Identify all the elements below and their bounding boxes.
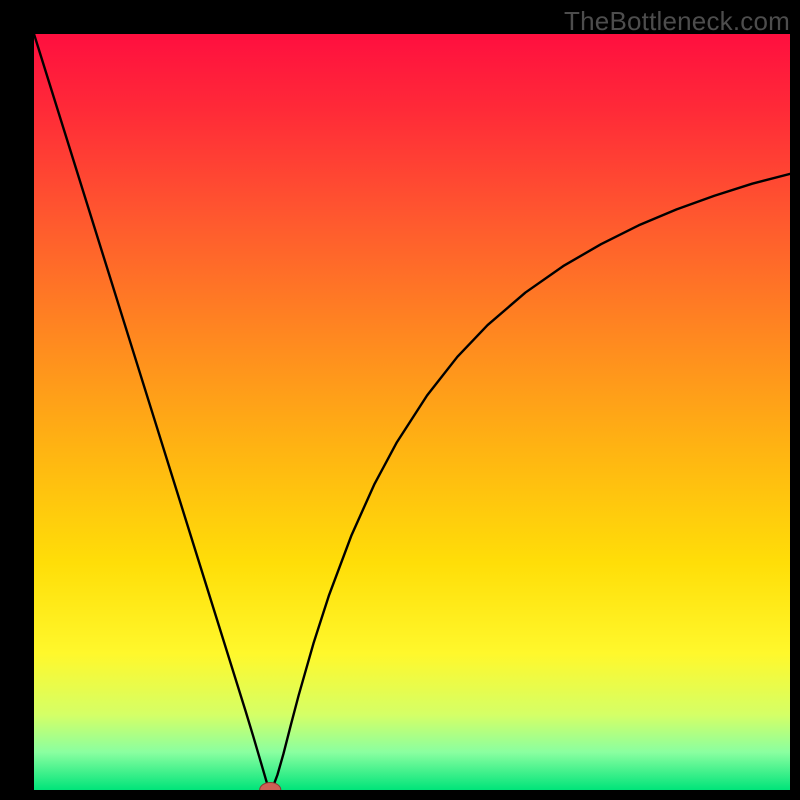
chart-svg (34, 34, 790, 790)
gradient-background (34, 34, 790, 790)
plot-area (34, 34, 790, 790)
chart-frame: TheBottleneck.com (0, 0, 800, 800)
watermark-text: TheBottleneck.com (564, 6, 790, 37)
